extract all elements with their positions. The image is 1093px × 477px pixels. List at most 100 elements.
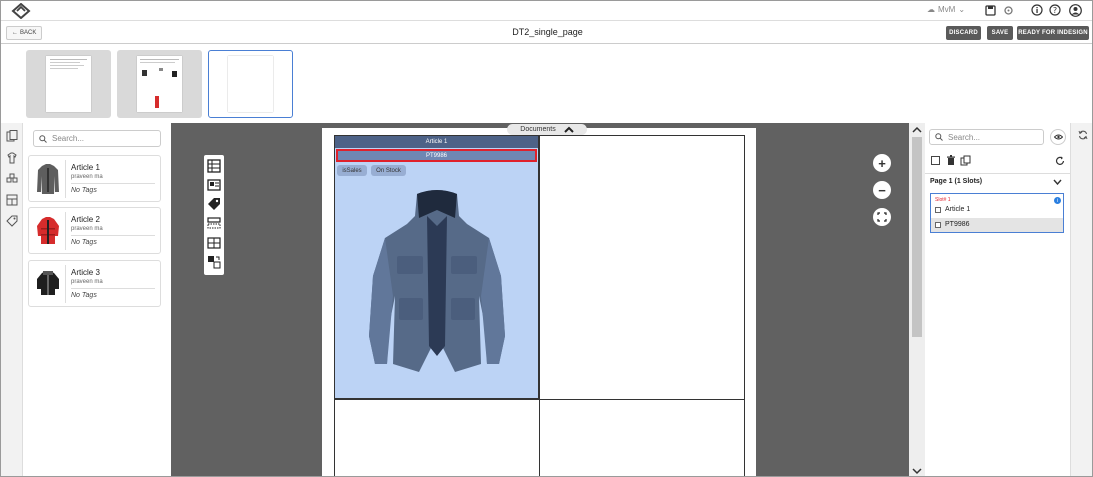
tag-icon[interactable] <box>6 215 18 227</box>
design-canvas[interactable]: Article 1 PT9986 isSales On Stock Docume… <box>171 123 909 476</box>
gear-icon[interactable] <box>1001 3 1015 17</box>
chevron-up-icon[interactable] <box>912 126 922 134</box>
slot-row-label: Article 1 <box>945 206 971 213</box>
fit-screen-button[interactable] <box>873 208 891 226</box>
left-icon-rail <box>1 123 23 476</box>
slot-item[interactable]: Slot# 1 i Article 1 PT9986 <box>930 193 1064 233</box>
search-icon <box>39 134 47 143</box>
article-thumbnail <box>37 271 59 295</box>
article-thumbnail <box>37 164 59 194</box>
fullscreen-icon <box>877 212 887 222</box>
article-card[interactable]: Article 3 praveen ma No Tags <box>28 260 161 307</box>
right-icon-rail <box>1070 123 1092 476</box>
article-tags: No Tags <box>71 187 97 194</box>
page-thumbnails <box>1 45 1092 123</box>
grid-layout-icon[interactable] <box>207 159 221 173</box>
article-owner: praveen ma <box>71 226 103 232</box>
articles-panel: Search... Article 1 praveen ma No Tags A… <box>23 123 171 476</box>
thumbnail-page-2[interactable] <box>117 50 202 118</box>
checkbox[interactable] <box>935 221 941 228</box>
title-bar: ← BACK DT2_single_page DISCARD SAVE READ… <box>1 22 1092 44</box>
refresh-icon[interactable] <box>1055 156 1065 166</box>
trash-icon[interactable] <box>946 155 956 166</box>
canvas-toolbar <box>204 155 224 275</box>
search-placeholder: Search... <box>52 134 85 143</box>
slot-id-field[interactable]: PT9986 <box>336 149 537 162</box>
article-tags: No Tags <box>71 239 97 246</box>
duplicate-icon[interactable] <box>960 155 972 166</box>
articles-icon[interactable] <box>6 152 18 164</box>
grid-cell[interactable]: Article 1 PT9986 isSales On Stock <box>334 135 540 400</box>
slot-search-input[interactable]: Search... <box>929 129 1044 145</box>
jacket-image <box>369 190 505 372</box>
sync-icon[interactable] <box>1078 130 1088 140</box>
swap-icon[interactable] <box>207 255 221 269</box>
page-slots-header[interactable]: Page 1 (1 Slots) <box>925 173 1070 189</box>
save-disk-icon[interactable] <box>983 3 997 17</box>
scrollbar-thumb[interactable] <box>912 137 922 337</box>
article-search-input[interactable]: Search... <box>33 130 161 147</box>
divider <box>65 160 66 198</box>
grid-cell[interactable] <box>539 135 745 400</box>
info-icon[interactable] <box>1030 3 1044 17</box>
tag-chip[interactable]: isSales <box>337 165 367 176</box>
article-owner: praveen ma <box>71 174 103 180</box>
layout-icon[interactable] <box>6 194 18 206</box>
tag-chip[interactable]: On Stock <box>371 165 406 176</box>
zoom-in-button[interactable]: + <box>873 154 891 172</box>
image-text-icon[interactable] <box>207 178 221 192</box>
assets-icon[interactable] <box>6 173 18 185</box>
divider <box>65 265 66 303</box>
select-all-checkbox[interactable] <box>931 156 940 165</box>
search-placeholder: Search... <box>948 132 981 142</box>
divider <box>71 288 155 289</box>
chevron-down-icon[interactable] <box>912 467 922 475</box>
save-button[interactable]: SAVE <box>987 26 1013 40</box>
app-logo[interactable] <box>11 3 31 19</box>
zoom-out-button[interactable]: − <box>873 181 891 199</box>
slots-panel: Search... Page 1 (1 Slots) Slot# 1 i Art… <box>925 123 1070 476</box>
slot-title: Article 1 <box>335 136 538 148</box>
article-slot[interactable]: Article 1 PT9986 isSales On Stock <box>334 135 539 399</box>
slot-label: Slot# 1 <box>935 197 951 203</box>
avatar-icon[interactable] <box>1068 3 1082 17</box>
top-bar: ☁ MvM ⌄ ? <box>1 1 1092 21</box>
pages-icon[interactable] <box>6 130 18 142</box>
thumbnail-page-3[interactable] <box>208 50 293 118</box>
slot-row-label: PT9986 <box>945 221 970 228</box>
thumbnail-page-1[interactable] <box>26 50 111 118</box>
grid-cell[interactable] <box>334 399 540 476</box>
article-card[interactable]: Article 1 praveen ma No Tags <box>28 155 161 202</box>
documents-tab[interactable]: Documents <box>507 124 587 135</box>
visibility-toggle[interactable] <box>1050 129 1066 145</box>
divider <box>71 235 155 236</box>
grid-cell[interactable] <box>539 399 745 476</box>
table-icon[interactable] <box>207 236 221 250</box>
article-name: Article 3 <box>71 268 100 277</box>
plus-icon: + <box>878 155 886 171</box>
thumbnail-preview <box>46 56 91 112</box>
article-card[interactable]: Article 2 praveen ma No Tags <box>28 207 161 254</box>
user-name: MvM <box>938 5 956 14</box>
header-block-icon[interactable] <box>207 216 221 230</box>
help-icon[interactable]: ? <box>1048 3 1062 17</box>
user-menu[interactable]: ☁ MvM ⌄ <box>927 5 965 14</box>
article-tags: No Tags <box>71 292 97 299</box>
checkbox[interactable] <box>935 206 941 213</box>
slot-row[interactable]: Article 1 <box>935 206 970 213</box>
chevron-down-icon: ⌄ <box>958 5 966 14</box>
divider <box>65 212 66 250</box>
chevron-down-icon[interactable] <box>1053 179 1062 185</box>
discard-button[interactable]: DISCARD <box>946 26 981 40</box>
ready-for-indesign-button[interactable]: READY FOR INDESIGN <box>1017 26 1089 40</box>
price-tag-icon[interactable] <box>207 197 221 211</box>
thumbnail-preview <box>228 56 273 112</box>
canvas-scrollbar[interactable] <box>909 123 925 476</box>
documents-label: Documents <box>520 126 556 133</box>
search-icon <box>935 133 943 141</box>
divider <box>71 183 155 184</box>
article-owner: praveen ma <box>71 279 103 285</box>
slot-row[interactable]: PT9986 <box>935 221 970 228</box>
info-icon[interactable]: i <box>1054 197 1061 204</box>
chevron-up-icon <box>563 126 574 133</box>
